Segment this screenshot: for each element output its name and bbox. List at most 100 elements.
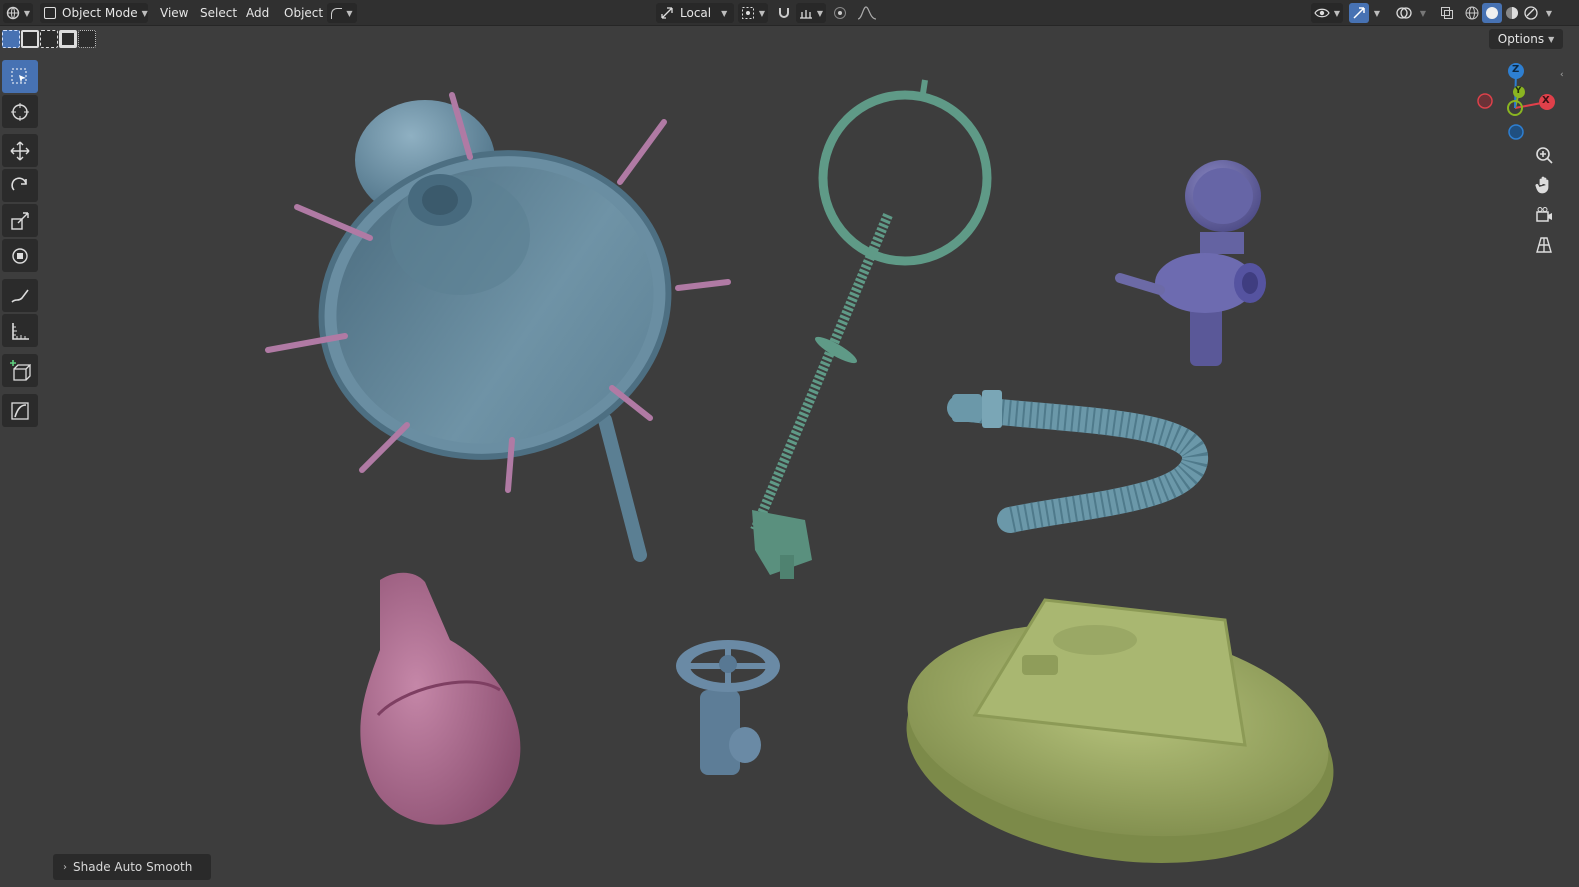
hatch-object[interactable] [892, 598, 1348, 887]
lamp-object[interactable] [287, 100, 703, 562]
menu-object[interactable]: Object [278, 3, 329, 23]
globe-icon [6, 6, 20, 20]
falloff-dropdown[interactable] [852, 3, 882, 23]
tool-cursor[interactable] [2, 95, 38, 128]
orientation-icon [660, 6, 674, 20]
select-invert-icon[interactable] [59, 30, 77, 48]
tool-shear[interactable] [2, 394, 38, 427]
ruler-icon [10, 321, 30, 341]
overlays-icon [1396, 6, 1412, 20]
tool-add-cube[interactable] [2, 354, 38, 387]
gauge-object[interactable] [1115, 160, 1266, 366]
chevron-down-icon: ▼ [1333, 8, 1341, 18]
grid-icon [1535, 236, 1553, 254]
proportional-icon [833, 6, 847, 20]
mode-dropdown[interactable]: Object Mode ▼ [40, 3, 148, 23]
select-intersect-icon[interactable] [78, 30, 96, 48]
gpencil-dropdown[interactable]: ▼ [327, 3, 357, 23]
options-dropdown[interactable]: Options ▼ [1489, 29, 1563, 49]
move-icon [10, 141, 30, 161]
editor-type-button[interactable]: ▼ [3, 3, 33, 23]
zoom-icon [1535, 146, 1553, 164]
viewport-header: ▼ Object Mode ▼ View Select Add Object ▼… [0, 0, 1579, 26]
zoom-button[interactable] [1530, 141, 1558, 169]
xray-icon [1440, 6, 1454, 20]
chevron-down-icon: ▼ [1373, 8, 1381, 18]
chevron-down-icon: ▼ [721, 8, 728, 18]
axis-x-label: X [1542, 95, 1550, 106]
overlays-toggle[interactable] [1393, 3, 1415, 23]
select-extend-icon[interactable] [21, 30, 39, 48]
sidebar-toggle-icon[interactable]: ‹ [1560, 70, 1564, 80]
chevron-down-icon: ▼ [758, 8, 766, 18]
ring-key-object[interactable] [750, 79, 992, 579]
magnet-icon [777, 6, 791, 20]
tool-rotate[interactable] [2, 169, 38, 202]
orientation-label: Local [680, 6, 712, 20]
tool-transform[interactable] [2, 239, 38, 272]
add-cube-icon [9, 359, 31, 382]
select-subtract-icon[interactable] [40, 30, 58, 48]
pencil-icon [10, 286, 30, 306]
falloff-curve-icon [857, 6, 877, 20]
tool-annotate[interactable] [2, 279, 38, 312]
select-box-icon [10, 67, 30, 87]
overlays-dropdown[interactable]: ▼ [1416, 3, 1430, 23]
pivot-point-dropdown[interactable]: ▼ [738, 3, 768, 23]
last-operator-panel[interactable]: › Shade Auto Smooth [53, 854, 211, 880]
eye-icon [1314, 7, 1330, 19]
rendered-sphere-icon [1524, 6, 1538, 20]
last-operator-label: Shade Auto Smooth [73, 860, 193, 874]
selection-mode-buttons [2, 30, 97, 48]
chevron-down-icon: ▼ [141, 8, 148, 18]
chevron-down-icon: ▼ [23, 8, 31, 18]
chevron-down-icon: ▼ [1545, 8, 1553, 18]
material-sphere-icon [1505, 6, 1519, 20]
menu-view[interactable]: View [154, 3, 194, 23]
tool-select-box[interactable] [2, 60, 38, 93]
axis-z-label: Z [1512, 64, 1520, 75]
xray-toggle[interactable] [1437, 3, 1457, 23]
mode-label: Object Mode [62, 6, 138, 20]
solid-sphere-icon [1485, 6, 1499, 20]
shading-material[interactable] [1502, 3, 1522, 23]
chevron-down-icon: ▼ [1419, 8, 1427, 18]
tool-scale[interactable] [2, 204, 38, 237]
shading-dropdown[interactable]: ▼ [1542, 3, 1556, 23]
axis-y-label: Y [1515, 86, 1522, 96]
chevron-right-icon: › [63, 861, 67, 873]
proportional-edit-toggle[interactable] [830, 3, 850, 23]
perspective-toggle-button[interactable] [1530, 231, 1558, 259]
gizmo-dropdown[interactable]: ▼ [1370, 3, 1384, 23]
snap-toggle[interactable] [774, 3, 794, 23]
camera-icon [1535, 206, 1553, 224]
gizmo-toggle[interactable] [1349, 3, 1369, 23]
object-mode-icon [44, 7, 56, 19]
shading-solid[interactable] [1482, 3, 1502, 23]
visibility-dropdown[interactable]: ▼ [1311, 3, 1343, 23]
chevron-down-icon: ▼ [816, 8, 824, 18]
transform-orientation-dropdown[interactable]: Local ▼ [656, 3, 734, 23]
rotate-icon [10, 176, 30, 196]
shading-wireframe[interactable] [1462, 3, 1482, 23]
tool-move[interactable] [2, 134, 38, 167]
gizmo-icon [1352, 6, 1366, 20]
bulb-object[interactable] [360, 572, 521, 825]
menu-select[interactable]: Select [194, 3, 243, 23]
tool-measure[interactable] [2, 314, 38, 347]
valve-object[interactable] [676, 640, 780, 775]
snap-increment-icon [799, 6, 813, 20]
navigation-gizmo[interactable]: X Y Z [1475, 58, 1565, 148]
transform-icon [10, 246, 30, 266]
shading-rendered[interactable] [1521, 3, 1541, 23]
select-set-icon[interactable] [2, 30, 20, 48]
menu-add[interactable]: Add [240, 3, 275, 23]
pivot-icon [741, 6, 755, 20]
snap-target-dropdown[interactable]: ▼ [796, 3, 826, 23]
camera-view-button[interactable] [1530, 201, 1558, 229]
pan-button[interactable] [1530, 171, 1558, 199]
chevron-down-icon: ▼ [346, 8, 353, 18]
shear-icon [10, 401, 30, 421]
hose-object[interactable] [947, 390, 1208, 533]
3d-viewport[interactable]: Options ▼ X Y Z ‹ › Shade Auto Smooth [0, 26, 1579, 887]
